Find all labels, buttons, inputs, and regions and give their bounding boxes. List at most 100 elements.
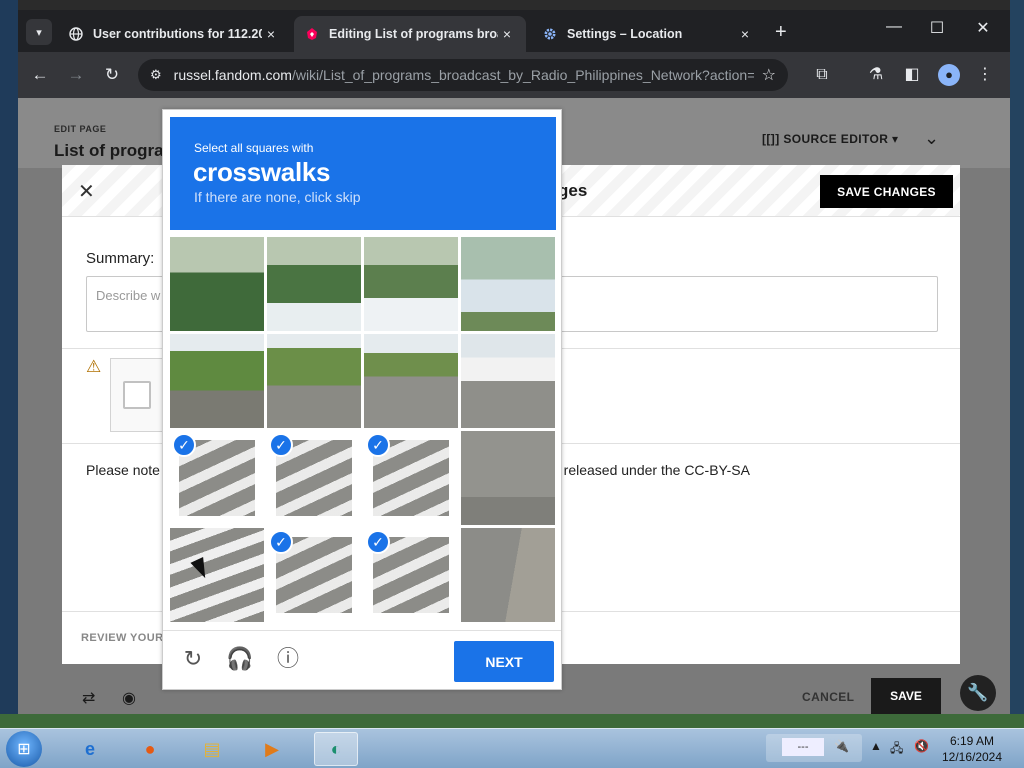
recaptcha-instructions: Select all squares with crosswalks If th… xyxy=(170,117,556,230)
fandom-icon xyxy=(304,26,320,42)
tab-title: Editing List of programs broad xyxy=(329,27,498,41)
tab-title: Settings – Location xyxy=(567,27,683,41)
instruction-text: Select all squares with xyxy=(194,141,314,155)
source-editor-dropdown[interactable]: [[]] SOURCE EDITOR ▾ xyxy=(762,132,899,146)
media-player-icon[interactable]: ▶ xyxy=(250,732,294,766)
side-panel-icon[interactable]: ◧ xyxy=(900,63,924,87)
recaptcha-checkbox-card xyxy=(110,358,170,432)
street-photo-tile xyxy=(461,431,555,525)
desktop-background-bottom xyxy=(0,714,1024,728)
tray-input-indicator[interactable]: --- xyxy=(782,738,824,756)
recaptcha-checkbox[interactable] xyxy=(123,381,151,409)
captcha-tile[interactable] xyxy=(364,334,458,428)
brackets-icon: [[]] xyxy=(762,132,784,146)
maximize-icon[interactable]: ☐ xyxy=(922,18,952,38)
captcha-tile[interactable] xyxy=(170,334,264,428)
captcha-tile[interactable] xyxy=(267,237,361,331)
clock-date: 12/16/2024 xyxy=(941,750,1003,764)
url-text: russel.fandom.com/wiki/List_of_programs_… xyxy=(173,67,754,83)
reload-challenge-icon[interactable]: ↻ xyxy=(179,645,207,673)
extensions-icon[interactable]: ⧉ xyxy=(810,63,834,87)
license-note-text: Please note xyxy=(86,462,160,478)
tab-settings-location[interactable]: Settings – Location × xyxy=(532,16,764,52)
globe-icon xyxy=(68,26,84,42)
tab-search-button[interactable]: ▾ xyxy=(26,19,52,45)
chrome-app-icon[interactable]: ◐ xyxy=(314,732,358,766)
power-plug-icon[interactable]: 🔌 xyxy=(834,739,849,753)
street-photo-tile xyxy=(461,528,555,622)
captcha-tile[interactable] xyxy=(461,334,555,428)
captcha-tile[interactable]: ✓ xyxy=(170,431,264,525)
skip-hint: If there are none, click skip xyxy=(194,189,361,205)
captcha-tile[interactable] xyxy=(461,237,555,331)
internet-explorer-icon[interactable]: e xyxy=(68,732,112,766)
captcha-tile[interactable] xyxy=(461,431,555,525)
captcha-tile[interactable] xyxy=(461,528,555,622)
file-explorer-icon[interactable]: ▤ xyxy=(190,732,234,766)
minimize-icon[interactable]: — xyxy=(879,18,909,36)
street-photo-tile xyxy=(364,334,458,428)
system-clock[interactable]: 6:19 AM 12/16/2024 xyxy=(932,733,1012,765)
captcha-tile[interactable]: ✓ xyxy=(267,431,361,525)
diff-icon[interactable]: ⇄ xyxy=(82,688,95,708)
save-changes-button[interactable]: SAVE CHANGES xyxy=(820,175,953,208)
tab-close-button[interactable]: × xyxy=(498,26,516,42)
tab-close-button[interactable]: × xyxy=(262,26,280,42)
image-grid: ✓ ✓ ✓ ✓ ✓ xyxy=(170,237,556,623)
review-changes-link[interactable]: REVIEW YOUR xyxy=(81,632,163,644)
checkmark-icon: ✓ xyxy=(269,530,293,554)
cancel-button[interactable]: CANCEL xyxy=(802,690,854,704)
tab-close-button[interactable]: × xyxy=(736,26,754,42)
tab-editing-list[interactable]: Editing List of programs broad × xyxy=(294,16,526,52)
next-button[interactable]: NEXT xyxy=(454,641,554,682)
captcha-tile[interactable]: ✓ xyxy=(364,431,458,525)
address-bar[interactable]: ⚙ russel.fandom.com/wiki/List_of_program… xyxy=(138,59,788,91)
profile-avatar-icon[interactable]: ● xyxy=(938,64,960,86)
save-button[interactable]: SAVE xyxy=(871,678,941,714)
site-info-icon[interactable]: ⚙ xyxy=(150,67,162,83)
street-photo-tile xyxy=(267,334,361,428)
network-icon[interactable]: 🖧 xyxy=(890,739,903,760)
captcha-tile[interactable] xyxy=(170,237,264,331)
show-hidden-icons-icon[interactable]: ▲ xyxy=(870,739,882,753)
edit-page-label: EDIT PAGE xyxy=(54,124,107,134)
desktop-background-right xyxy=(1010,0,1024,728)
close-window-icon[interactable]: ✕ xyxy=(968,18,998,38)
bookmark-star-icon[interactable]: ☆ xyxy=(762,65,776,85)
clock-time: 6:19 AM xyxy=(949,734,995,748)
captcha-tile[interactable]: ✓ xyxy=(364,528,458,622)
wrench-icon[interactable]: 🔧 xyxy=(960,675,996,711)
page-title: List of progra xyxy=(54,141,164,160)
captcha-tile[interactable]: ✓ xyxy=(267,528,361,622)
captcha-tile[interactable] xyxy=(267,334,361,428)
browser-toolbar: ← → ↻ ⚙ russel.fandom.com/wiki/List_of_p… xyxy=(18,52,1010,98)
volume-muted-icon[interactable]: 🔇 xyxy=(914,739,929,753)
checkmark-icon: ✓ xyxy=(172,433,196,457)
tab-user-contributions[interactable]: User contributions for 112.202 × xyxy=(58,16,290,52)
preview-eye-icon[interactable]: ◉ xyxy=(122,688,136,708)
dialog-title: ges xyxy=(558,181,588,200)
new-tab-button[interactable]: + xyxy=(775,21,787,44)
chevron-down-icon[interactable]: ⌄ xyxy=(924,128,939,149)
audio-headphones-icon[interactable]: 🎧 xyxy=(226,645,254,673)
labs-flask-icon[interactable]: ⚗ xyxy=(864,63,888,87)
back-icon[interactable]: ← xyxy=(28,63,52,87)
reload-icon[interactable]: ↻ xyxy=(100,63,124,87)
captcha-tile[interactable] xyxy=(364,237,458,331)
close-icon[interactable]: ✕ xyxy=(78,179,95,204)
street-photo-tile xyxy=(170,528,264,622)
checkmark-icon: ✓ xyxy=(269,433,293,457)
street-photo-tile xyxy=(461,334,555,428)
tab-strip: ▾ User contributions for 112.202 × Editi… xyxy=(18,10,1010,52)
captcha-tile[interactable] xyxy=(170,528,264,622)
info-icon[interactable]: ⓘ xyxy=(274,645,302,673)
street-photo-tile xyxy=(461,237,555,331)
summary-label: Summary: xyxy=(86,250,155,267)
firefox-icon[interactable]: ● xyxy=(128,732,172,766)
start-button[interactable]: ⊞ xyxy=(6,731,42,767)
summary-placeholder: Describe w xyxy=(96,288,161,303)
menu-kebab-icon[interactable]: ⋮ xyxy=(973,63,997,87)
street-photo-tile xyxy=(170,237,264,331)
street-photo-tile xyxy=(364,237,458,331)
forward-icon[interactable]: → xyxy=(64,63,88,87)
